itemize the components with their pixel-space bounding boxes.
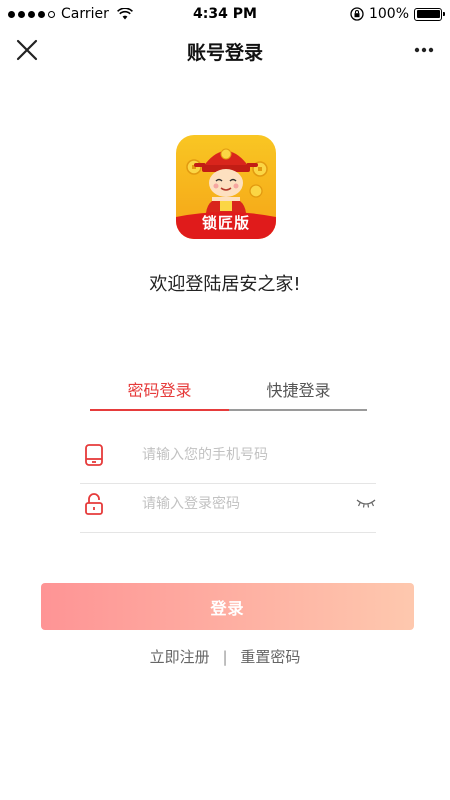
- login-screen: Carrier 4:34 PM 100% 账号登录 锁匠版 欢迎登陆居安之家! …: [0, 0, 450, 800]
- more-options-icon[interactable]: [412, 38, 436, 62]
- rotation-lock-icon: [350, 7, 364, 21]
- status-bar: Carrier 4:34 PM 100%: [0, 0, 450, 30]
- active-tab-indicator: [90, 409, 229, 411]
- battery-icon: [414, 7, 445, 21]
- password-field-row: [80, 477, 376, 533]
- page-title: 账号登录: [186, 42, 263, 64]
- phone-field-row: [80, 428, 376, 484]
- eye-closed-icon[interactable]: [356, 497, 376, 509]
- logo-badge-label: 锁匠版: [201, 214, 250, 232]
- app-logo: 锁匠版: [176, 135, 276, 239]
- tab-password-login[interactable]: 密码登录: [90, 378, 229, 410]
- phone-input[interactable]: [142, 442, 342, 468]
- auth-links: 立即注册 | 重置密码: [0, 646, 450, 667]
- reset-password-link[interactable]: 重置密码: [240, 648, 300, 666]
- lock-icon: [85, 493, 103, 515]
- battery-percentage: 100%: [368, 6, 409, 22]
- login-tabs: 密码登录 快捷登录: [90, 378, 367, 412]
- register-link[interactable]: 立即注册: [150, 648, 210, 666]
- welcome-message: 欢迎登陆居安之家!: [149, 274, 301, 295]
- tab-quick-login[interactable]: 快捷登录: [229, 378, 368, 410]
- phone-icon: [85, 444, 103, 466]
- password-input[interactable]: [142, 491, 342, 517]
- status-right: 100%: [350, 6, 445, 22]
- login-button[interactable]: 登录: [41, 583, 414, 630]
- nav-bar: 账号登录: [0, 30, 450, 70]
- link-separator: |: [222, 648, 228, 666]
